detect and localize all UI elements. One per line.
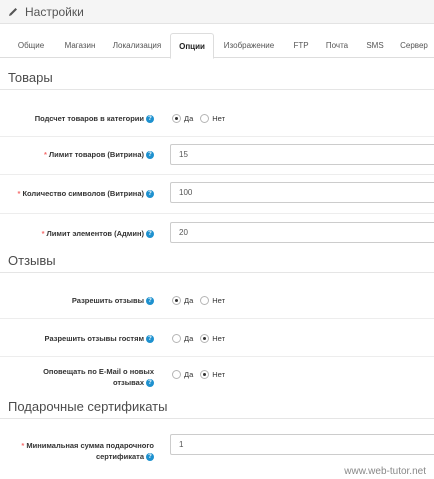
voucher-min-label: * Минимальная сумма подарочного сертифика… xyxy=(21,441,154,462)
tab-ftp[interactable]: FTP xyxy=(284,33,318,58)
allow-reviews-no-radio[interactable] xyxy=(200,296,210,305)
count-in-category-radios: Да Нет xyxy=(172,114,232,123)
pencil-icon xyxy=(9,7,17,16)
radio-label-no: Нет xyxy=(212,334,226,343)
allow-reviews-radios: Да Нет xyxy=(172,296,232,305)
required-marker: * xyxy=(21,441,25,450)
product-limit-label: * Лимит товаров (Витрина)? xyxy=(44,149,154,160)
help-icon[interactable]: ? xyxy=(146,335,154,344)
tab-mail[interactable]: Почта xyxy=(320,33,354,58)
radio-label-yes: Да xyxy=(184,296,194,305)
section-divider xyxy=(0,418,434,419)
tab-localisation[interactable]: Локализация xyxy=(106,33,168,58)
description-length-label: * Количество символов (Витрина)? xyxy=(18,188,154,199)
notify-email-radios: Да Нет xyxy=(172,370,232,379)
help-icon[interactable]: ? xyxy=(146,151,154,160)
allow-guest-reviews-radios: Да Нет xyxy=(172,334,232,343)
radio-label-yes: Да xyxy=(184,370,194,379)
row-divider xyxy=(0,174,434,175)
allow-guest-reviews-no-radio[interactable] xyxy=(200,334,210,343)
notify-email-label: Оповещать по E-Mail о новых отзывах? xyxy=(43,367,154,388)
section-divider xyxy=(0,89,434,90)
radio-label-yes: Да xyxy=(184,334,194,343)
tab-sms[interactable]: SMS xyxy=(358,33,392,58)
row-divider xyxy=(0,136,434,137)
tab-bar: Общие Магазин Локализация Опции Изображе… xyxy=(0,33,434,59)
row-divider xyxy=(0,318,434,319)
panel-heading: Настройки xyxy=(0,0,434,24)
allow-reviews-label: Разрешить отзывы? xyxy=(72,295,154,306)
radio-label-no: Нет xyxy=(212,114,226,123)
help-icon[interactable]: ? xyxy=(146,115,154,124)
page-title: Настройки xyxy=(25,4,84,19)
count-in-category-no-radio[interactable] xyxy=(200,114,210,123)
tab-image[interactable]: Изображение xyxy=(218,33,280,58)
required-marker: * xyxy=(17,189,21,198)
voucher-min-input[interactable]: 1 xyxy=(170,434,434,455)
section-title-reviews: Отзывы xyxy=(8,253,56,268)
radio-label-no: Нет xyxy=(212,296,226,305)
description-length-input[interactable]: 100 xyxy=(170,182,434,203)
radio-label-yes: Да xyxy=(184,114,194,123)
notify-email-no-radio[interactable] xyxy=(200,370,210,379)
count-in-category-label: Подсчет товаров в категории? xyxy=(35,113,154,124)
help-icon[interactable]: ? xyxy=(146,453,154,462)
product-limit-input[interactable]: 15 xyxy=(170,144,434,165)
section-title-products: Товары xyxy=(8,70,53,85)
section-title-vouchers: Подарочные сертификаты xyxy=(8,399,168,414)
tab-store[interactable]: Магазин xyxy=(56,33,104,58)
section-divider xyxy=(0,272,434,273)
allow-guest-reviews-yes-radio[interactable] xyxy=(172,334,181,343)
allow-reviews-yes-radio[interactable] xyxy=(172,296,181,305)
allow-guest-reviews-label: Разрешить отзывы гостям? xyxy=(45,333,154,344)
tab-general[interactable]: Общие xyxy=(8,33,54,58)
count-in-category-yes-radio[interactable] xyxy=(172,114,181,123)
tab-server[interactable]: Сервер xyxy=(394,33,434,58)
admin-limit-input[interactable]: 20 xyxy=(170,222,434,243)
help-icon[interactable]: ? xyxy=(146,230,154,239)
admin-limit-label: * Лимит элементов (Админ)? xyxy=(42,228,154,239)
row-divider xyxy=(0,356,434,357)
required-marker: * xyxy=(44,150,47,159)
tab-options[interactable]: Опции xyxy=(170,33,214,59)
help-icon[interactable]: ? xyxy=(146,297,154,306)
watermark: www.web-tutor.net xyxy=(344,466,426,477)
required-marker: * xyxy=(41,229,45,238)
help-icon[interactable]: ? xyxy=(146,190,154,199)
row-divider xyxy=(0,213,434,214)
help-icon[interactable]: ? xyxy=(146,379,154,388)
radio-label-no: Нет xyxy=(212,370,226,379)
notify-email-yes-radio[interactable] xyxy=(172,370,181,379)
